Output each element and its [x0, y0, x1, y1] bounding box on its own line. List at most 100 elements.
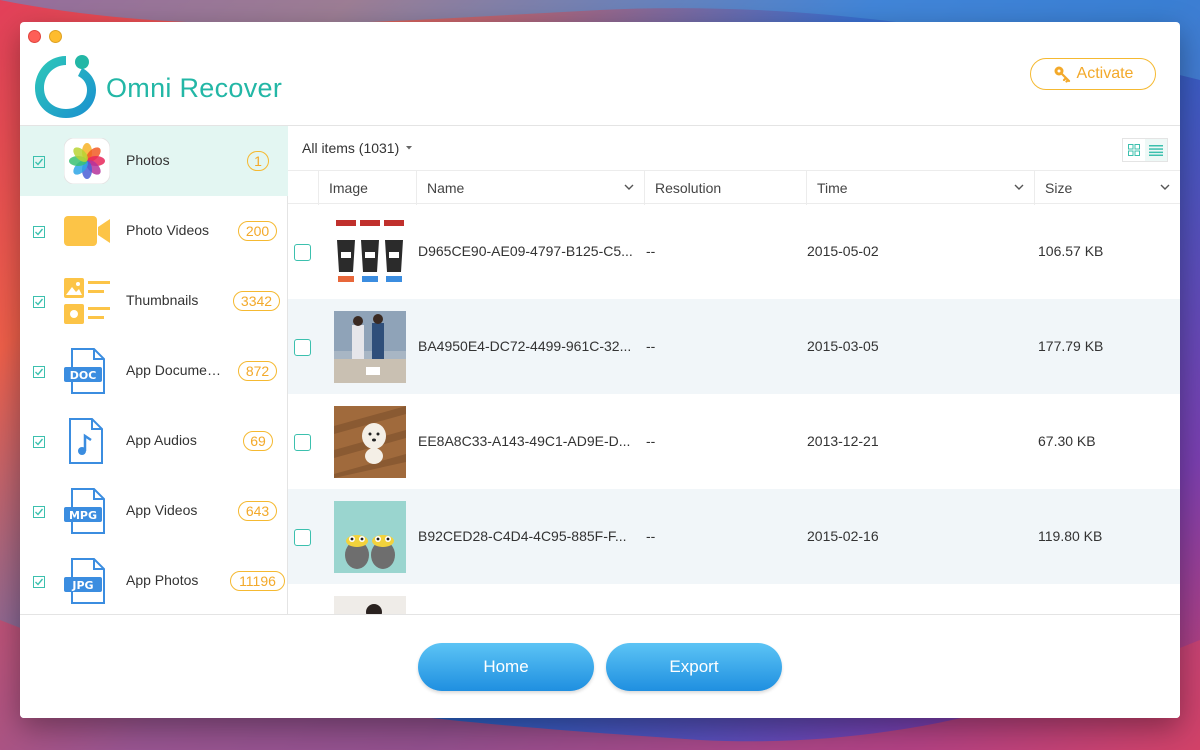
caret-down-icon — [406, 146, 413, 150]
count-badge: 3342 — [233, 291, 280, 311]
export-button[interactable]: Export — [606, 643, 782, 691]
home-button[interactable]: Home — [418, 643, 594, 691]
file-size: 177.79 KB — [1038, 338, 1104, 354]
file-time: 2013-12-21 — [807, 433, 879, 449]
svg-text:DOC: DOC — [70, 369, 97, 382]
svg-text:JPG: JPG — [71, 579, 93, 592]
file-name: BA4950E4-DC72-4499-961C-32... — [418, 338, 632, 354]
window-controls — [28, 30, 62, 43]
file-list-panel: All items (1031) Image Name Resolution T… — [288, 126, 1180, 614]
checkmark-icon[interactable] — [33, 436, 45, 448]
column-header-time[interactable]: Time — [806, 171, 1034, 205]
sidebar-item-label: App Photos — [126, 572, 199, 588]
file-resolution: -- — [646, 243, 656, 259]
activate-button[interactable]: Activate — [1030, 58, 1156, 90]
doc-file-icon: DOC — [64, 348, 105, 394]
sidebar-item-app-photos[interactable]: JPG App Photos 11196 — [20, 546, 288, 616]
minimize-window-button[interactable] — [49, 30, 62, 43]
sidebar-item-label: App Videos — [126, 502, 198, 518]
sidebar-item-photo-videos[interactable]: Photo Videos 200 — [20, 196, 288, 266]
svg-text:MPG: MPG — [69, 509, 97, 522]
footer-bar: Home Export — [20, 614, 1180, 718]
sidebar-item-photos[interactable]: Photos 1 — [20, 126, 288, 196]
sidebar-item-thumbnails[interactable]: Thumbnails 3342 — [20, 266, 288, 336]
file-size: 119.80 KB — [1038, 528, 1103, 544]
mpg-file-icon: MPG — [64, 488, 105, 534]
checkmark-icon[interactable] — [33, 506, 45, 518]
sidebar-item-label: Photos — [126, 152, 170, 168]
sidebar-item-label: Photo Videos — [126, 222, 210, 238]
jpg-file-icon: JPG — [64, 558, 105, 604]
row-checkbox[interactable] — [294, 339, 311, 356]
sidebar-item-label: Thumbnails — [126, 292, 199, 308]
sidebar-item-app-audios[interactable]: App Audios 69 — [20, 406, 288, 476]
category-sidebar: Photos 1 Photo Videos 200 Thumbnails 334… — [20, 126, 288, 614]
file-size: 67.30 KB — [1038, 433, 1096, 449]
chevron-down-icon — [624, 184, 634, 190]
column-header-name[interactable]: Name — [416, 171, 644, 205]
count-badge: 872 — [238, 361, 277, 381]
column-header-resolution[interactable]: Resolution — [644, 171, 806, 205]
image-thumbnail — [334, 596, 406, 614]
sidebar-item-label: App Documents — [126, 362, 222, 378]
row-checkbox[interactable] — [294, 529, 311, 546]
grid-view-button[interactable] — [1123, 139, 1145, 161]
app-title: Omni Recover — [106, 73, 283, 103]
close-window-button[interactable] — [28, 30, 41, 43]
key-icon — [1054, 66, 1070, 83]
table-row[interactable]: BA4950E4-DC72-4499-961C-32... -- 2015-03… — [288, 299, 1180, 394]
table-header: Image Name Resolution Time Size — [288, 170, 1180, 205]
checkmark-icon[interactable] — [33, 156, 45, 168]
file-name: EE8A8C33-A143-49C1-AD9E-D... — [418, 433, 631, 449]
file-time: 2015-02-16 — [807, 528, 879, 544]
checkmark-icon[interactable] — [33, 366, 45, 378]
image-thumbnail — [334, 406, 406, 478]
count-badge: 643 — [238, 501, 277, 521]
grid-icon — [1128, 144, 1140, 156]
image-thumbnail — [334, 501, 406, 573]
checkmark-icon[interactable] — [33, 226, 45, 238]
table-row[interactable]: EE8A8C33-A143-49C1-AD9E-D... -- 2013-12-… — [288, 394, 1180, 489]
app-window: Omni Recover Activate Photos 1 Photo Vid… — [20, 22, 1180, 718]
sidebar-item-app-documents[interactable]: DOC App Documents 872 — [20, 336, 288, 406]
count-badge: 11196 — [230, 571, 285, 591]
sidebar-item-label: App Audios — [126, 432, 197, 448]
file-resolution: -- — [646, 338, 656, 354]
filter-dropdown[interactable]: All items (1031) — [302, 140, 413, 156]
view-toggle — [1122, 138, 1168, 162]
column-header-image[interactable]: Image — [318, 171, 416, 205]
count-badge: 1 — [247, 151, 269, 171]
file-resolution: -- — [646, 528, 656, 544]
file-time: 2015-03-05 — [807, 338, 879, 354]
column-header-size[interactable]: Size — [1034, 171, 1180, 205]
file-size: 106.57 KB — [1038, 243, 1104, 259]
thumbnails-icon — [64, 278, 110, 324]
row-checkbox[interactable] — [294, 244, 311, 261]
checkmark-icon[interactable] — [33, 296, 45, 308]
video-camera-icon — [64, 216, 110, 246]
file-time: 2015-05-02 — [807, 243, 879, 259]
table-row[interactable]: D965CE90-AE09-4797-B125-C5... -- 2015-05… — [288, 204, 1180, 299]
header: Omni Recover Activate — [20, 22, 1180, 126]
chevron-down-icon — [1160, 184, 1170, 190]
file-name: D965CE90-AE09-4797-B125-C5... — [418, 243, 633, 259]
checkmark-icon[interactable] — [33, 576, 45, 588]
file-name: B92CED28-C4D4-4C95-885F-F... — [418, 528, 627, 544]
image-thumbnail — [334, 216, 406, 288]
chevron-down-icon — [1014, 184, 1024, 190]
app-logo-icon — [35, 55, 96, 118]
table-row[interactable]: B92CED28-C4D4-4C95-885F-F... -- 2015-02-… — [288, 489, 1180, 584]
row-checkbox[interactable] — [294, 434, 311, 451]
sidebar-item-app-videos[interactable]: MPG App Videos 643 — [20, 476, 288, 546]
count-badge: 200 — [238, 221, 277, 241]
file-resolution: -- — [646, 433, 656, 449]
audio-file-icon — [69, 418, 103, 464]
filter-label: All items (1031) — [302, 140, 400, 156]
list-icon — [1149, 145, 1163, 156]
photos-icon — [64, 138, 110, 184]
table-row[interactable] — [288, 584, 1180, 614]
image-thumbnail — [334, 311, 406, 383]
count-badge: 69 — [243, 431, 273, 451]
activate-label: Activate — [1076, 65, 1134, 82]
list-view-button[interactable] — [1145, 139, 1167, 161]
